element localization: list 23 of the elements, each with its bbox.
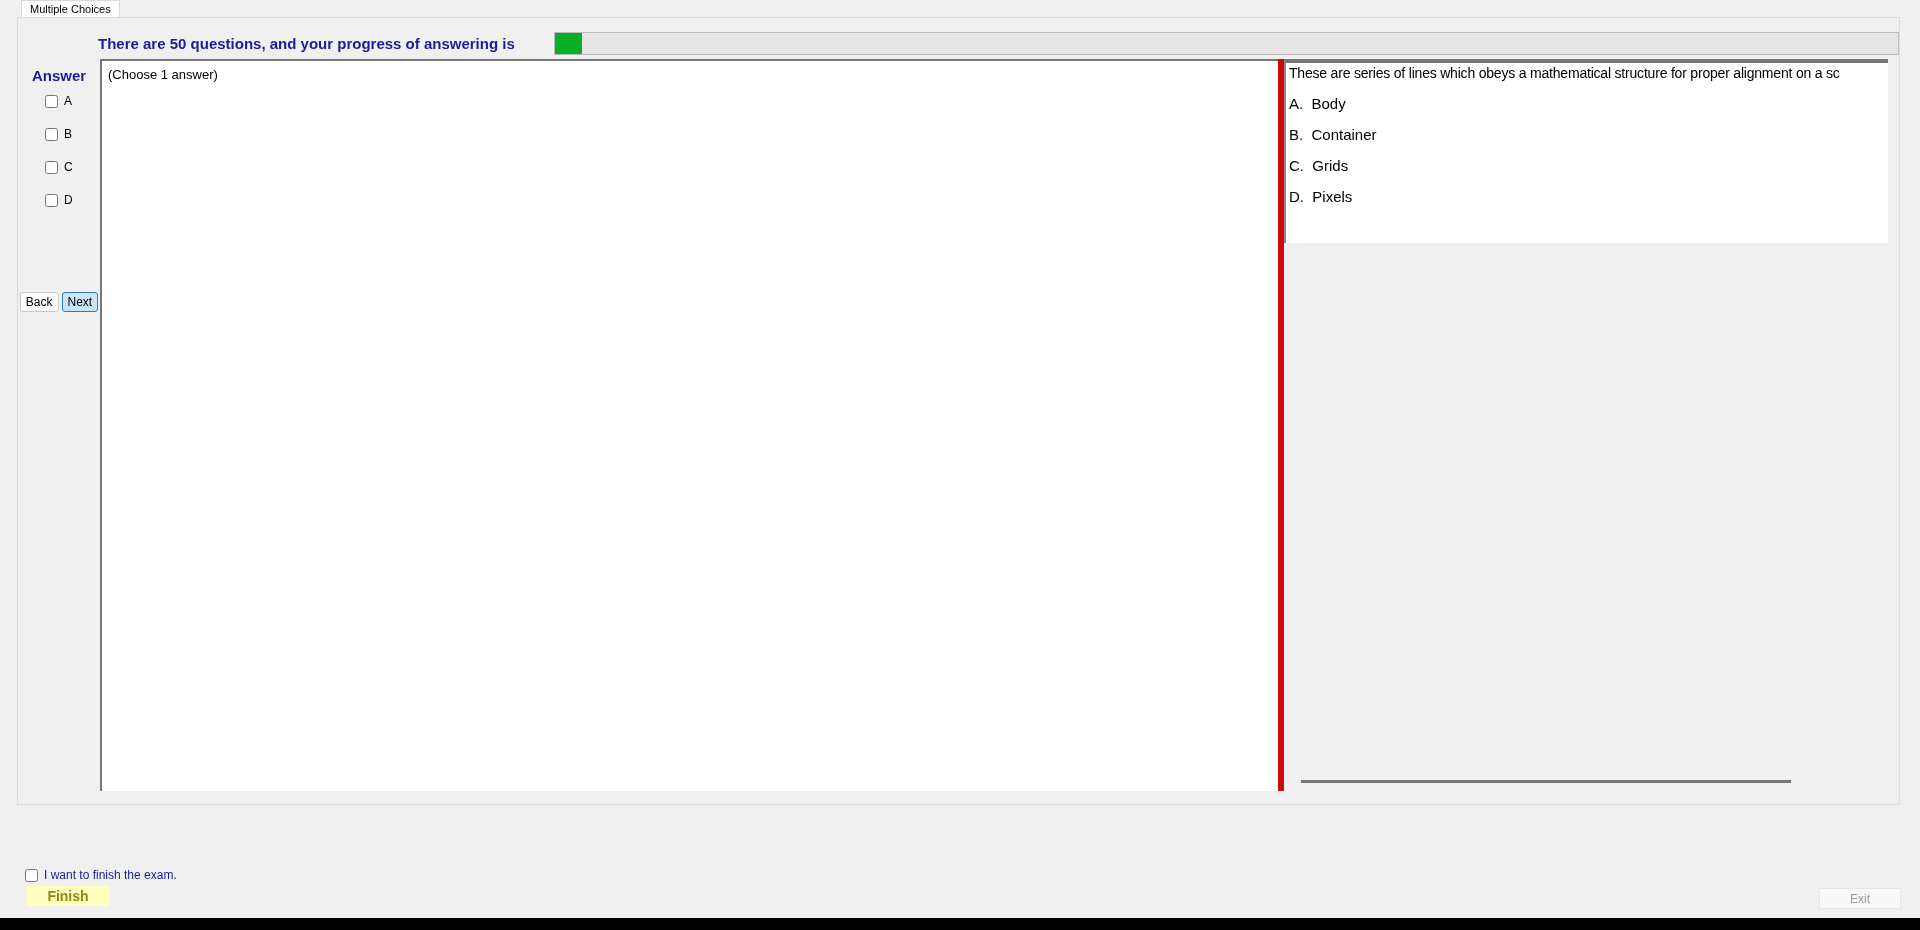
nav-button[interactable]: Next	[61, 292, 99, 312]
option-label: B	[64, 127, 72, 141]
tab[interactable]: Multiple Choices	[21, 0, 120, 17]
finish-button[interactable]: Finish	[26, 886, 110, 906]
choice-text: C. Grids	[1289, 157, 1350, 174]
answer-label: Answer	[31, 67, 87, 84]
choice-text: B. Container	[1289, 126, 1378, 143]
checkbox[interactable]	[25, 868, 38, 882]
choice-text: D. Pixels	[1289, 188, 1354, 205]
checkbox[interactable]	[45, 127, 58, 141]
choice-text: A. Body	[1289, 95, 1347, 112]
question-text: These are series of lines which obeys a mathematical structure for proper alignment on a sc	[1289, 65, 1840, 81]
finish-confirm-label: I want to finish the exam.	[44, 868, 177, 882]
instruction-text: (Choose 1 answer)	[108, 67, 218, 82]
checkbox[interactable]	[45, 160, 58, 174]
progress-label: There are 50 questions, and your progress of answering is	[98, 35, 516, 52]
option-label: A	[64, 94, 72, 108]
scroll-bar[interactable]	[1301, 780, 1791, 783]
checkbox[interactable]	[45, 193, 58, 207]
option-label: C	[64, 160, 73, 174]
option-label: D	[64, 193, 73, 207]
nav-button[interactable]: Back	[19, 292, 59, 312]
checkbox[interactable]	[45, 94, 58, 108]
